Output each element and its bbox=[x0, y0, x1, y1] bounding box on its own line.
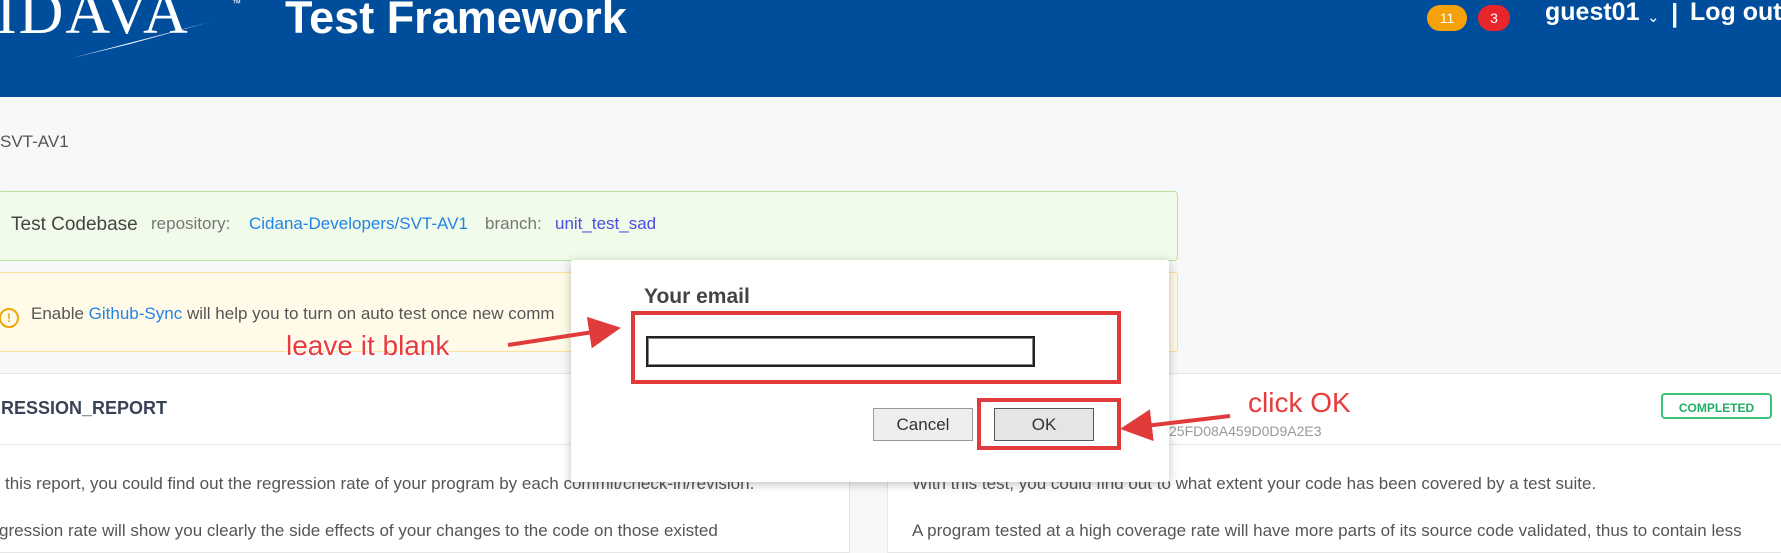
notice-text: Enable Github-Sync will help you to turn… bbox=[31, 304, 555, 324]
email-label: Your email bbox=[644, 285, 750, 308]
chevron-down-icon[interactable]: ⌄ bbox=[1647, 8, 1660, 26]
branch-label: branch: bbox=[485, 214, 542, 233]
warning-icon: ! bbox=[0, 308, 19, 328]
notice-suffix: will help you to turn on auto test once … bbox=[186, 304, 555, 323]
annotation-click-ok: click OK bbox=[1248, 387, 1351, 418]
card-title: RESSION_REPORT bbox=[1, 398, 168, 418]
card-text-line-2: gression rate will show you clearly the … bbox=[0, 521, 718, 540]
breadcrumb[interactable]: SVT-AV1 bbox=[0, 132, 69, 152]
status-badge: COMPLETED bbox=[1661, 393, 1772, 419]
notification-badge-orange[interactable]: 11 bbox=[1427, 5, 1467, 31]
annotation-ok-highlight bbox=[977, 398, 1121, 450]
logo-swoosh-icon bbox=[72, 22, 210, 58]
card-id: 25FD08A459D0D9A2E3 bbox=[1169, 423, 1322, 439]
app-title: Test Framework bbox=[285, 0, 627, 43]
header-divider: | bbox=[1671, 0, 1679, 28]
app-header: IDAVA ™ Test Framework 11 3 guest01 ⌄ | … bbox=[0, 0, 1781, 97]
branch-link[interactable]: unit_test_sad bbox=[555, 214, 656, 234]
user-menu[interactable]: guest01 bbox=[1545, 0, 1639, 27]
notification-badge-red[interactable]: 3 bbox=[1478, 5, 1510, 31]
logo-trademark: ™ bbox=[232, 0, 241, 8]
logout-link[interactable]: Log out bbox=[1690, 0, 1781, 27]
cancel-button[interactable]: Cancel bbox=[873, 408, 973, 441]
card-text-line-2: A program tested at a high coverage rate… bbox=[912, 521, 1742, 540]
notice-prefix: Enable bbox=[31, 304, 84, 323]
codebase-bar: Test Codebase repository: Cidana-Develop… bbox=[0, 191, 1178, 261]
annotation-leave-blank: leave it blank bbox=[286, 330, 450, 361]
repository-link[interactable]: Cidana-Developers/SVT-AV1 bbox=[249, 214, 468, 234]
repository-label: repository: bbox=[151, 214, 231, 233]
github-sync-link[interactable]: Github-Sync bbox=[89, 304, 183, 323]
annotation-input-highlight bbox=[631, 311, 1121, 384]
codebase-title: Test Codebase bbox=[11, 214, 138, 235]
